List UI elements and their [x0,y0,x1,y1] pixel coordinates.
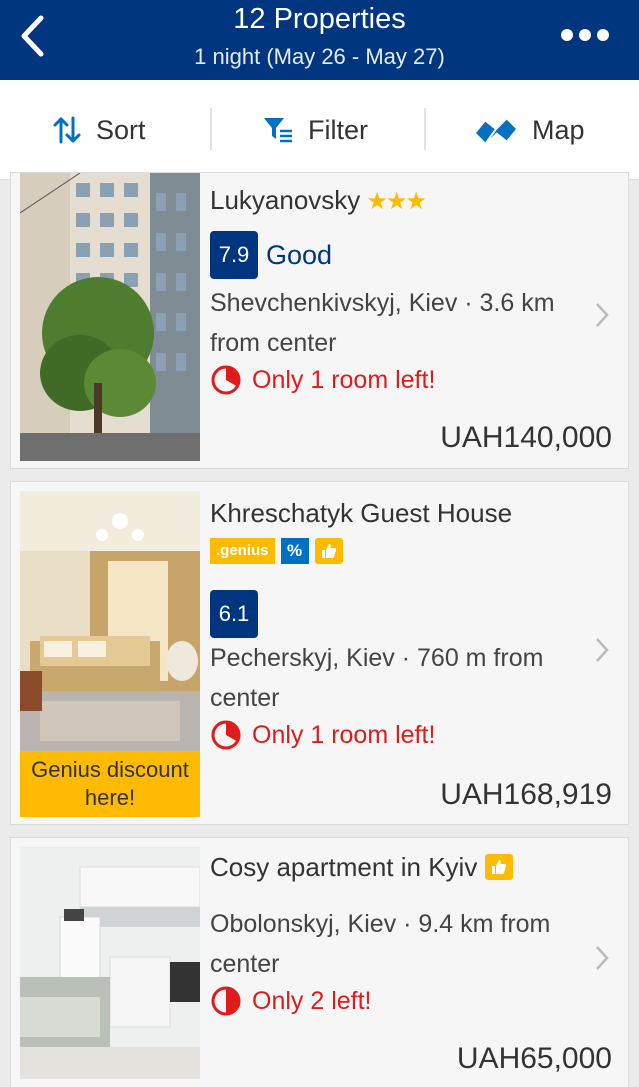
property-price: UAH168,919 [440,778,612,811]
sort-filter-map-bar: Sort Filter Map [0,80,639,180]
urgency-text: Only 1 room left! [252,721,436,749]
toolbar-divider [210,108,212,150]
urgency-message: Only 1 room left! [210,718,590,752]
sort-label: Sort [96,114,146,145]
property-name: Lukyanovsky [210,185,361,215]
property-card[interactable]: Cosy apartment in Kyiv Obolonskyj, Kiev … [10,837,629,1087]
more-dots-icon [561,29,573,41]
sort-button[interactable]: Sort [52,80,146,180]
genius-discount-banner: Genius discount here! [20,751,200,817]
filter-icon [264,118,292,143]
property-photo [20,847,200,1079]
property-name: Cosy apartment in Kyiv [210,852,478,882]
stars-icon: ★★★ [366,188,427,215]
property-name: Khreschatyk Guest House [210,498,513,528]
review-score-badge: 7.9 [210,231,258,279]
chevron-right-icon [596,638,609,662]
property-location: Pecherskyj, Kiev · 760 m from center [210,644,544,712]
property-location: Shevchenkivskyj, Kiev · 3.6 km from cent… [210,289,555,357]
thumbs-up-icon [485,854,514,880]
review-score-badge: 6.1 [210,590,258,638]
clock-icon [211,986,241,1016]
chevron-right-icon [596,946,609,970]
property-price: UAH140,000 [440,421,612,454]
map-icon [476,118,516,144]
urgency-text: Only 1 room left! [252,366,436,394]
urgency-message: Only 1 room left! [210,363,590,397]
more-options-button[interactable] [561,26,609,44]
urgency-message: Only 2 left! [210,984,590,1018]
thumbs-up-icon [314,538,343,564]
property-info: Lukyanovsky ★★★ 7.9 Good Shevchenkivskyj,… [210,185,590,397]
property-info: Cosy apartment in Kyiv Obolonskyj, Kiev … [210,852,590,1018]
property-card[interactable]: Lukyanovsky ★★★ 7.9 Good Shevchenkivskyj,… [10,172,629,469]
deal-badges: .genius % [210,538,590,564]
percent-badge: % [280,538,309,564]
urgency-text: Only 2 left! [252,987,372,1015]
app-header: 12 Properties 1 night (May 26 - May 27) [0,0,639,80]
page-title: 12 Properties [233,3,406,35]
property-info: Khreschatyk Guest House .genius % 6.1 Pe… [210,498,590,752]
genius-badge: .genius [210,538,275,564]
filter-label: Filter [308,114,368,145]
review-score-word: Good [266,239,333,270]
property-photo [20,173,200,461]
property-price: UAH65,000 [456,1042,612,1075]
chevron-right-icon [596,303,609,327]
review-score-row: 7.9 Good [210,231,590,279]
map-label: Map [532,114,585,145]
sort-icon [53,116,81,144]
property-photo [20,491,200,751]
filter-button[interactable]: Filter [262,80,368,180]
clock-icon [211,720,241,750]
date-range-subtitle[interactable]: 1 night (May 26 - May 27) [0,42,639,72]
clock-icon [211,365,241,395]
property-card[interactable]: Genius discount here! Khreschatyk Guest … [10,481,629,825]
review-score-row: 6.1 [210,590,590,638]
map-button[interactable]: Map [474,80,585,180]
toolbar-divider [424,108,426,150]
property-location: Obolonskyj, Kiev · 9.4 km from center [210,910,551,978]
